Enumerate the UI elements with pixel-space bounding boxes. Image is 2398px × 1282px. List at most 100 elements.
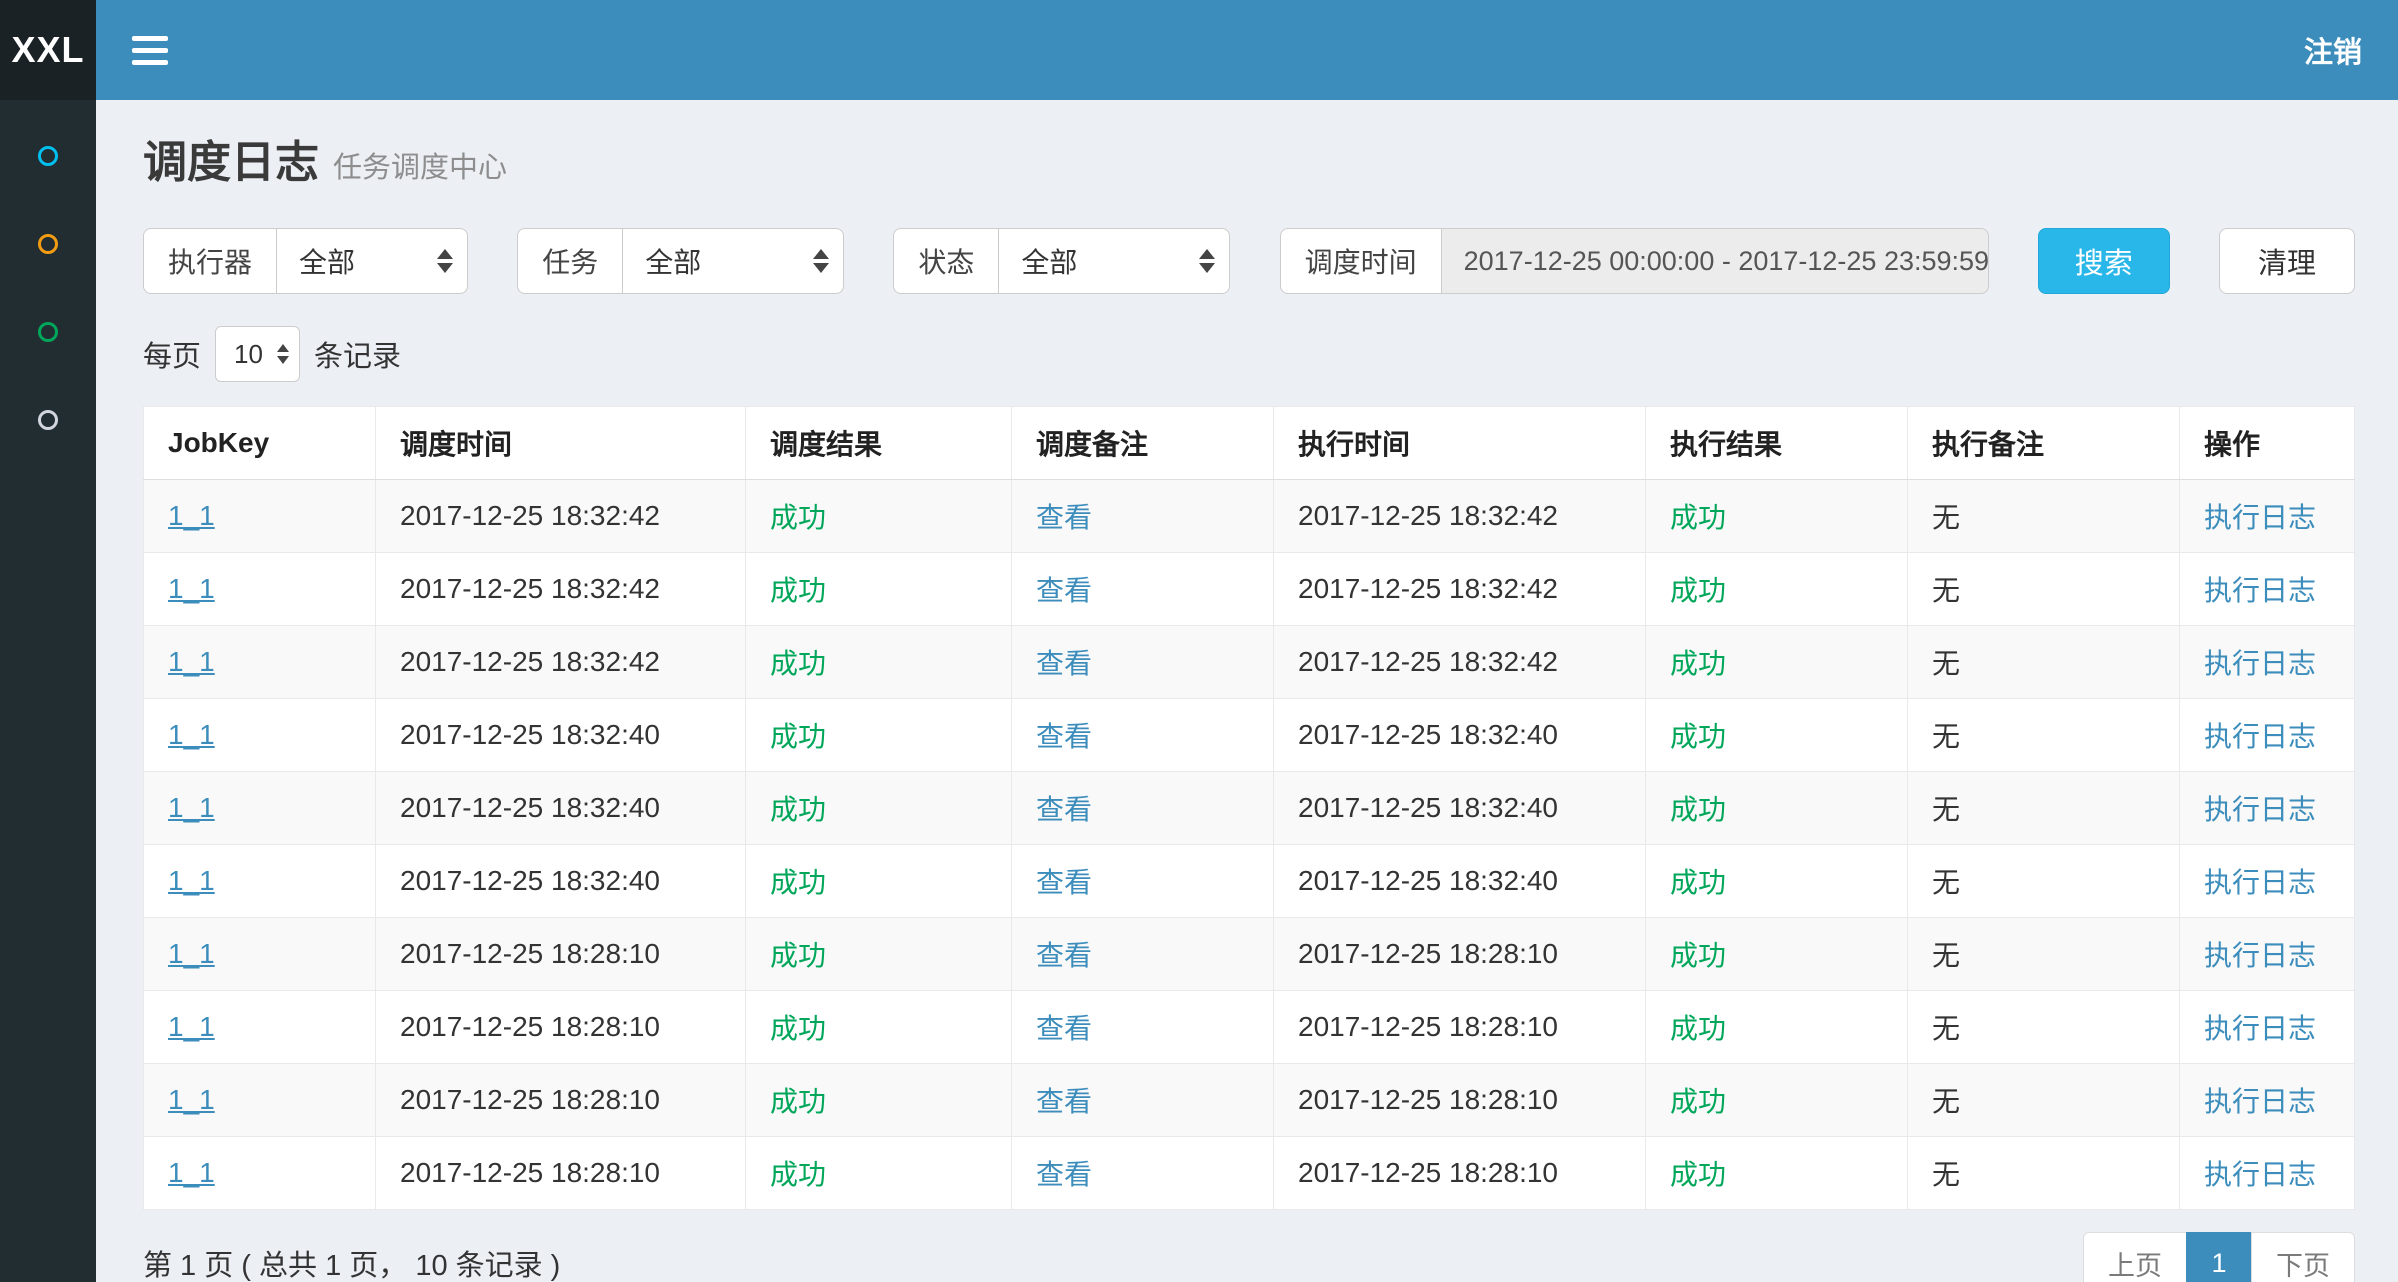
status-select-value: 全部 bbox=[1021, 241, 1103, 281]
handle-msg: 无 bbox=[1932, 867, 1960, 898]
exec-log-link[interactable]: 执行日志 bbox=[2204, 867, 2316, 898]
handle-msg: 无 bbox=[1932, 1086, 1960, 1117]
pagination-prev-button[interactable]: 上页 bbox=[2083, 1232, 2187, 1282]
trigger-result: 成功 bbox=[770, 721, 826, 752]
handle-msg: 无 bbox=[1932, 794, 1960, 825]
trigger-msg-link[interactable]: 查看 bbox=[1036, 940, 1092, 971]
circle-icon bbox=[38, 234, 58, 254]
table-row: 1_12017-12-25 18:32:42成功查看2017-12-25 18:… bbox=[144, 480, 2355, 553]
handle-msg: 无 bbox=[1932, 1159, 1960, 1190]
exec-log-link[interactable]: 执行日志 bbox=[2204, 1159, 2316, 1190]
column-header: 操作 bbox=[2180, 407, 2355, 480]
table-row: 1_12017-12-25 18:28:10成功查看2017-12-25 18:… bbox=[144, 991, 2355, 1064]
trigger-result: 成功 bbox=[770, 502, 826, 533]
job-key-link[interactable]: 1_1 bbox=[168, 500, 215, 531]
table-row: 1_12017-12-25 18:28:10成功查看2017-12-25 18:… bbox=[144, 918, 2355, 991]
trigger-time-cell: 2017-12-25 18:32:40 bbox=[400, 865, 660, 896]
circle-icon bbox=[38, 410, 58, 430]
job-select[interactable]: 全部 bbox=[622, 228, 844, 294]
search-button[interactable]: 搜索 bbox=[2038, 228, 2170, 294]
status-select[interactable]: 全部 bbox=[998, 228, 1230, 294]
column-header: 调度时间 bbox=[376, 407, 746, 480]
job-key-link[interactable]: 1_1 bbox=[168, 792, 215, 823]
trigger-msg-link[interactable]: 查看 bbox=[1036, 575, 1092, 606]
page-size-bar: 每页 10 条记录 bbox=[143, 326, 2355, 382]
clear-button[interactable]: 清理 bbox=[2219, 228, 2355, 294]
exec-log-link[interactable]: 执行日志 bbox=[2204, 1086, 2316, 1117]
trigger-msg-link[interactable]: 查看 bbox=[1036, 502, 1092, 533]
handle-msg: 无 bbox=[1932, 940, 1960, 971]
trigger-time-cell: 2017-12-25 18:28:10 bbox=[400, 1084, 660, 1115]
trigger-msg-link[interactable]: 查看 bbox=[1036, 721, 1092, 752]
exec-log-link[interactable]: 执行日志 bbox=[2204, 648, 2316, 679]
sidebar-item-2[interactable] bbox=[0, 200, 96, 288]
executor-select-value: 全部 bbox=[299, 241, 381, 281]
page-size-select[interactable]: 10 bbox=[215, 326, 300, 382]
trigger-msg-link[interactable]: 查看 bbox=[1036, 1086, 1092, 1117]
main-layout: 调度日志 任务调度中心 执行器 全部 任务 全部 状态 bbox=[0, 100, 2398, 1282]
exec-log-link[interactable]: 执行日志 bbox=[2204, 575, 2316, 606]
job-key-link[interactable]: 1_1 bbox=[168, 938, 215, 969]
sidebar-item-4[interactable] bbox=[0, 376, 96, 464]
handle-msg: 无 bbox=[1932, 1013, 1960, 1044]
handle-time-cell: 2017-12-25 18:28:10 bbox=[1298, 938, 1558, 969]
handle-time-cell: 2017-12-25 18:32:42 bbox=[1298, 646, 1558, 677]
job-select-value: 全部 bbox=[645, 241, 727, 281]
job-key-link[interactable]: 1_1 bbox=[168, 865, 215, 896]
select-arrows-icon bbox=[1199, 249, 1215, 273]
handle-time-cell: 2017-12-25 18:32:42 bbox=[1298, 500, 1558, 531]
sidebar-toggle-button[interactable] bbox=[132, 36, 168, 65]
trigger-time-filter-label: 调度时间 bbox=[1280, 228, 1442, 294]
pagination: 上页 1 下页 bbox=[2083, 1232, 2355, 1282]
executor-select[interactable]: 全部 bbox=[276, 228, 468, 294]
circle-icon bbox=[38, 146, 58, 166]
trigger-msg-link[interactable]: 查看 bbox=[1036, 648, 1092, 679]
trigger-msg-link[interactable]: 查看 bbox=[1036, 1013, 1092, 1044]
handle-time-cell: 2017-12-25 18:32:40 bbox=[1298, 792, 1558, 823]
pagination-summary: 第 1 页 ( 总共 1 页， 10 条记录 ) bbox=[143, 1242, 560, 1282]
select-arrows-icon bbox=[277, 344, 289, 364]
handle-result: 成功 bbox=[1670, 1086, 1726, 1117]
exec-log-link[interactable]: 执行日志 bbox=[2204, 940, 2316, 971]
trigger-msg-link[interactable]: 查看 bbox=[1036, 794, 1092, 825]
pagination-next-button[interactable]: 下页 bbox=[2251, 1232, 2355, 1282]
executor-filter-group: 执行器 全部 bbox=[143, 228, 468, 294]
handle-result: 成功 bbox=[1670, 794, 1726, 825]
table-row: 1_12017-12-25 18:32:40成功查看2017-12-25 18:… bbox=[144, 845, 2355, 918]
trigger-result: 成功 bbox=[770, 794, 826, 825]
filters-bar: 执行器 全部 任务 全部 状态 全部 bbox=[143, 228, 2355, 294]
sidebar-item-3[interactable] bbox=[0, 288, 96, 376]
job-key-link[interactable]: 1_1 bbox=[168, 1084, 215, 1115]
table-header-row: JobKey调度时间调度结果调度备注执行时间执行结果执行备注操作 bbox=[144, 407, 2355, 480]
table-row: 1_1 2017-12-25 18:28:10 成功 查看 2017-12-25 18:… bbox=[144, 1064, 2355, 1137]
job-key-link[interactable]: 1_1 bbox=[168, 573, 215, 604]
handle-result: 成功 bbox=[1670, 940, 1726, 971]
job-filter-label: 任务 bbox=[517, 228, 623, 294]
sidebar-item-1[interactable] bbox=[0, 112, 96, 200]
trigger-time-range-input[interactable]: 2017-12-25 00:00:00 - 2017-12-25 23:59:5… bbox=[1441, 228, 1989, 294]
handle-msg: 无 bbox=[1932, 721, 1960, 752]
job-key-link[interactable]: 1_1 bbox=[168, 719, 215, 750]
handle-time-cell: 2017-12-25 18:32:42 bbox=[1298, 573, 1558, 604]
job-key-link[interactable]: 1_1 bbox=[168, 1157, 215, 1188]
handle-time-cell: 2017-12-25 18:28:10 bbox=[1298, 1084, 1558, 1115]
handle-result: 成功 bbox=[1670, 502, 1726, 533]
log-table: JobKey调度时间调度结果调度备注执行时间执行结果执行备注操作 1_1 2017… bbox=[143, 406, 2355, 1210]
column-header: JobKey bbox=[144, 407, 376, 480]
logout-link[interactable]: 注销 bbox=[2304, 29, 2362, 71]
trigger-msg-link[interactable]: 查看 bbox=[1036, 867, 1092, 898]
exec-log-link[interactable]: 执行日志 bbox=[2204, 794, 2316, 825]
trigger-msg-link[interactable]: 查看 bbox=[1036, 1159, 1092, 1190]
status-filter-label: 状态 bbox=[893, 228, 999, 294]
table-footer: 第 1 页 ( 总共 1 页， 10 条记录 ) 上页 1 下页 bbox=[143, 1232, 2355, 1282]
exec-log-link[interactable]: 执行日志 bbox=[2204, 1013, 2316, 1044]
exec-log-link[interactable]: 执行日志 bbox=[2204, 721, 2316, 752]
table-row: 1_12017-12-25 18:32:42成功查看2017-12-25 18:… bbox=[144, 626, 2355, 699]
job-key-link[interactable]: 1_1 bbox=[168, 1011, 215, 1042]
handle-time-cell: 2017-12-25 18:32:40 bbox=[1298, 719, 1558, 750]
app-logo[interactable]: XXL bbox=[0, 0, 96, 100]
pagination-page-1-button[interactable]: 1 bbox=[2186, 1232, 2252, 1282]
exec-log-link[interactable]: 执行日志 bbox=[2204, 502, 2316, 533]
job-key-link[interactable]: 1_1 bbox=[168, 646, 215, 677]
trigger-time-filter-group: 调度时间 2017-12-25 00:00:00 - 2017-12-25 23… bbox=[1280, 228, 1989, 294]
